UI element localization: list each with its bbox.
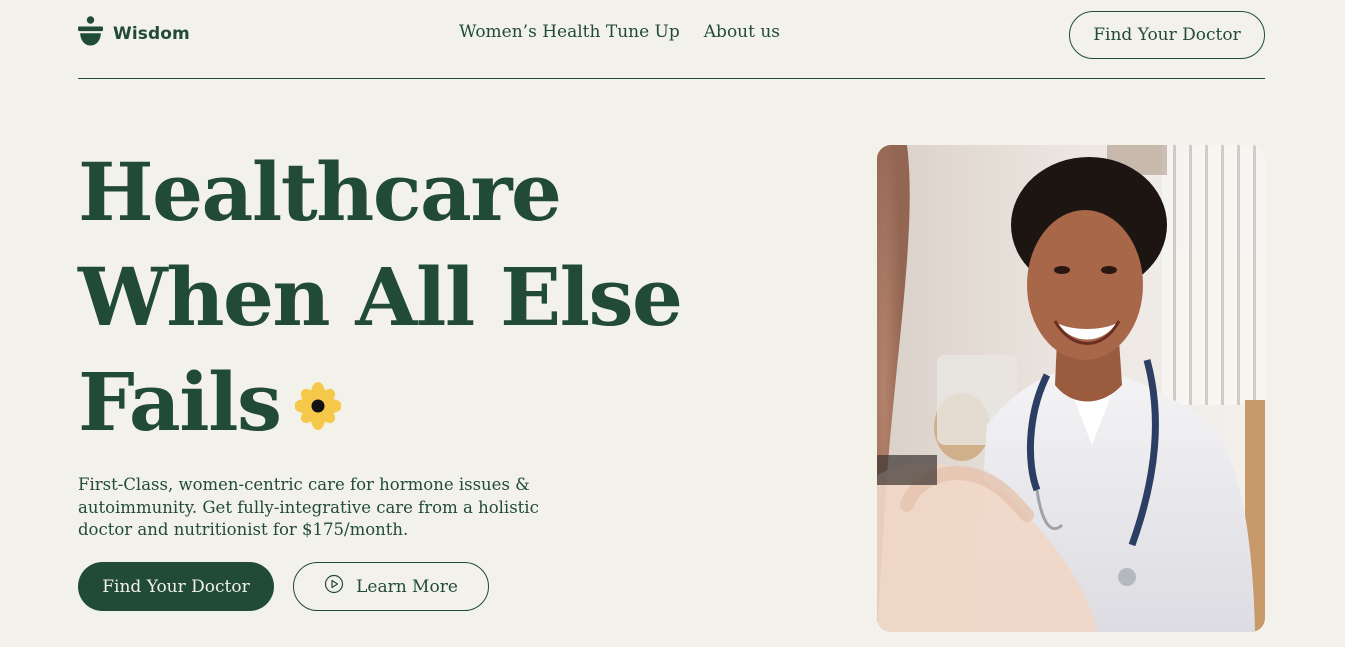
hero-title-line-3-wrap: Fails <box>78 350 778 462</box>
nav-link-about-us[interactable]: About us <box>704 22 780 42</box>
learn-more-label: Learn More <box>356 576 458 597</box>
hero-find-doctor-button[interactable]: Find Your Doctor <box>78 562 274 611</box>
brand-name: Wisdom <box>113 24 190 44</box>
learn-more-button[interactable]: Learn More <box>293 562 489 611</box>
nav-link-womens-health-tune-up[interactable]: Women’s Health Tune Up <box>459 22 680 42</box>
hero-description: First-Class, women-centric care for horm… <box>78 475 539 539</box>
brand-logo[interactable]: Wisdom <box>78 16 190 52</box>
hero-title-line-3: Fails <box>78 355 282 449</box>
hero-title-line-2: When All Else <box>78 250 683 344</box>
header-find-doctor-button[interactable]: Find Your Doctor <box>1069 11 1265 59</box>
doctor-photo <box>877 145 1265 632</box>
site-header: Wisdom Women’s Health Tune Up About us F… <box>78 0 1265 79</box>
flower-icon <box>293 351 342 456</box>
wisdom-logo-icon <box>78 16 103 52</box>
hero-title-line-1: Healthcare <box>78 145 562 239</box>
hero-title: Healthcare When All Else Fails <box>78 140 778 462</box>
main-nav: Women’s Health Tune Up About us <box>459 22 780 42</box>
play-circle-icon <box>324 574 344 599</box>
